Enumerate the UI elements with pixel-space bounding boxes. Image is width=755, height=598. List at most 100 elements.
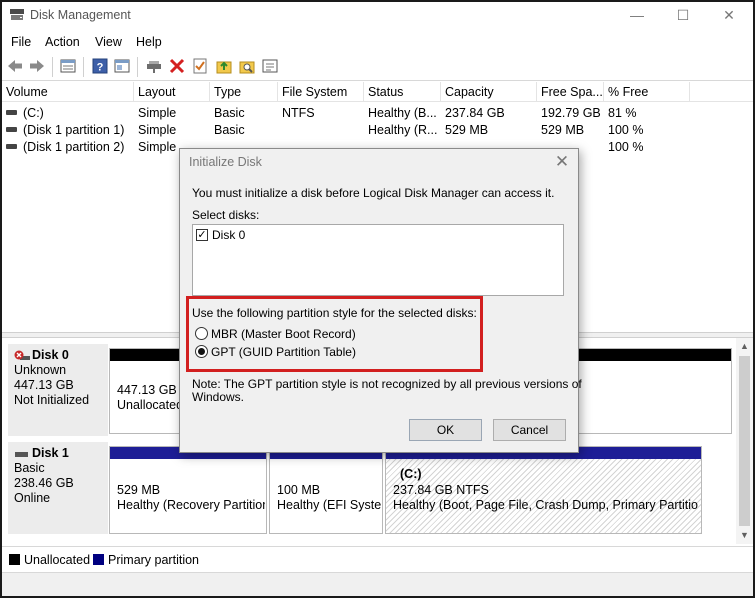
column-type[interactable]: Type (210, 82, 278, 102)
disk-name: Disk 0 (32, 348, 69, 362)
disk-0-checkbox[interactable]: ✓ (196, 229, 208, 241)
select-disks-label: Select disks: (192, 208, 260, 222)
back-arrow-icon[interactable] (6, 57, 24, 75)
legend-unallocated-swatch (9, 554, 20, 565)
maximize-button[interactable]: ☐ (660, 2, 706, 29)
column-free-space[interactable]: Free Spa... (537, 82, 604, 102)
layout-cell: Simple (138, 106, 177, 120)
volume-cell: (Disk 1 partition 1) (2, 122, 134, 139)
menu-bar: File Action View Help (2, 29, 753, 53)
percent-free-cell: 100 % (608, 140, 644, 154)
properties-icon[interactable] (261, 57, 279, 75)
disk-name: Disk 1 (32, 446, 69, 460)
partition-size: 529 MB (117, 483, 161, 497)
partition-size: 447.13 GB (117, 383, 177, 397)
gpt-radio[interactable] (195, 345, 208, 358)
table-row[interactable]: (Disk 1 partition 1) Simple Basic Health… (2, 122, 753, 139)
column-percent-free[interactable]: % Free (604, 82, 690, 102)
column-layout[interactable]: Layout (134, 82, 210, 102)
disk-1-efi-partition[interactable]: 100 MB Healthy (EFI System (269, 446, 383, 534)
menu-action[interactable]: Action (45, 35, 80, 49)
ok-button[interactable]: OK (409, 419, 482, 441)
disk-1-label[interactable]: Disk 1 Basic 238.46 GB Online (8, 442, 108, 534)
disk-listbox[interactable]: ✓ Disk 0 (192, 224, 564, 296)
volume-name: (Disk 1 partition 2) (23, 140, 125, 154)
gpt-option-label[interactable]: GPT (GUID Partition Table) (211, 345, 356, 359)
volume-cell: (Disk 1 partition 2) (2, 139, 134, 156)
volume-cell: (C:) (2, 105, 134, 122)
list-view-icon[interactable] (59, 57, 77, 75)
scroll-up-icon[interactable]: ▲ (736, 338, 753, 355)
disk-icon (15, 451, 28, 457)
connect-icon[interactable] (145, 57, 163, 75)
gpt-note-line-2: Windows. (192, 390, 245, 404)
type-cell: Basic (214, 106, 245, 120)
type-cell: Basic (214, 123, 245, 137)
free-space-cell: 529 MB (541, 123, 585, 137)
partition-size: 100 MB (277, 483, 321, 497)
capacity-cell: 237.84 GB (445, 106, 505, 120)
disk-size: 238.46 GB (14, 476, 74, 490)
legend-primary-label: Primary partition (108, 553, 199, 567)
column-volume[interactable]: Volume (2, 82, 134, 102)
legend-unallocated-label: Unallocated (24, 553, 91, 567)
disk-type: Unknown (14, 363, 67, 377)
column-file-system[interactable]: File System (278, 82, 364, 102)
table-row[interactable]: (C:) Simple Basic NTFS Healthy (B... 237… (2, 105, 753, 122)
disk-management-window: Disk Management — ☐ ✕ File Action View H… (2, 2, 753, 596)
disk-type: Basic (14, 461, 45, 475)
drive-icon (6, 110, 17, 116)
help-icon[interactable]: ? (91, 57, 109, 75)
scroll-down-icon[interactable]: ▼ (736, 527, 753, 544)
layout-cell: Simple (138, 123, 177, 137)
status-bar (2, 572, 753, 596)
mbr-radio[interactable] (195, 327, 208, 340)
disk-state: Online (14, 491, 51, 505)
column-status[interactable]: Status (364, 82, 441, 102)
toolbar-separator (137, 57, 138, 77)
disk-1-recovery-partition[interactable]: 529 MB Healthy (Recovery Partition (109, 446, 267, 534)
partition-status: Healthy (Boot, Page File, Crash Dump, Pr… (393, 498, 698, 512)
status-cell: Healthy (B... (368, 106, 437, 120)
legend-primary-swatch (93, 554, 104, 565)
check-icon[interactable] (191, 57, 209, 75)
file-system-cell: NTFS (282, 106, 315, 120)
drive-icon (6, 127, 17, 133)
partition-status: Healthy (EFI System (277, 498, 381, 512)
dialog-close-icon[interactable]: ✕ (546, 149, 578, 175)
up-folder-icon[interactable] (215, 57, 233, 75)
scroll-thumb[interactable] (739, 356, 750, 526)
toolbar-separator (52, 57, 53, 77)
initialize-disk-dialog: Initialize Disk ✕ You must initialize a … (179, 148, 582, 453)
search-folder-icon[interactable] (238, 57, 256, 75)
forward-arrow-icon[interactable] (28, 57, 46, 75)
menu-view[interactable]: View (95, 35, 122, 49)
menu-file[interactable]: File (11, 35, 31, 49)
partition-size: 237.84 GB NTFS (393, 483, 489, 497)
status-cell: Healthy (R... (368, 123, 438, 137)
dialog-message: You must initialize a disk before Logica… (192, 186, 555, 200)
partition-status: Unallocated (117, 398, 184, 412)
disk-management-icon (10, 9, 24, 20)
disk-error-icon (14, 350, 30, 360)
percent-free-cell: 81 % (608, 106, 637, 120)
minimize-button[interactable]: — (614, 2, 660, 29)
delete-icon[interactable] (168, 57, 186, 75)
column-capacity[interactable]: Capacity (441, 82, 537, 102)
toolbar: ? (2, 53, 753, 81)
cancel-button[interactable]: Cancel (493, 419, 566, 441)
disk-1-c-partition[interactable]: (C:) 237.84 GB NTFS Healthy (Boot, Page … (385, 446, 702, 534)
console-icon[interactable] (113, 57, 131, 75)
window-title: Disk Management (30, 8, 131, 22)
mbr-option-label[interactable]: MBR (Master Boot Record) (211, 327, 356, 341)
disk-map-scrollbar[interactable]: ▲ ▼ (736, 338, 753, 544)
close-button[interactable]: ✕ (706, 2, 752, 29)
dialog-title: Initialize Disk (189, 155, 262, 169)
menu-help[interactable]: Help (136, 35, 162, 49)
toolbar-separator (83, 57, 84, 77)
free-space-cell: 192.79 GB (541, 106, 601, 120)
disk-0-label[interactable]: Disk 0 Unknown 447.13 GB Not Initialized (8, 344, 108, 436)
gpt-note-line-1: Note: The GPT partition style is not rec… (192, 377, 582, 391)
volume-name: (C:) (23, 106, 44, 120)
disk-0-item-label: Disk 0 (212, 228, 246, 242)
